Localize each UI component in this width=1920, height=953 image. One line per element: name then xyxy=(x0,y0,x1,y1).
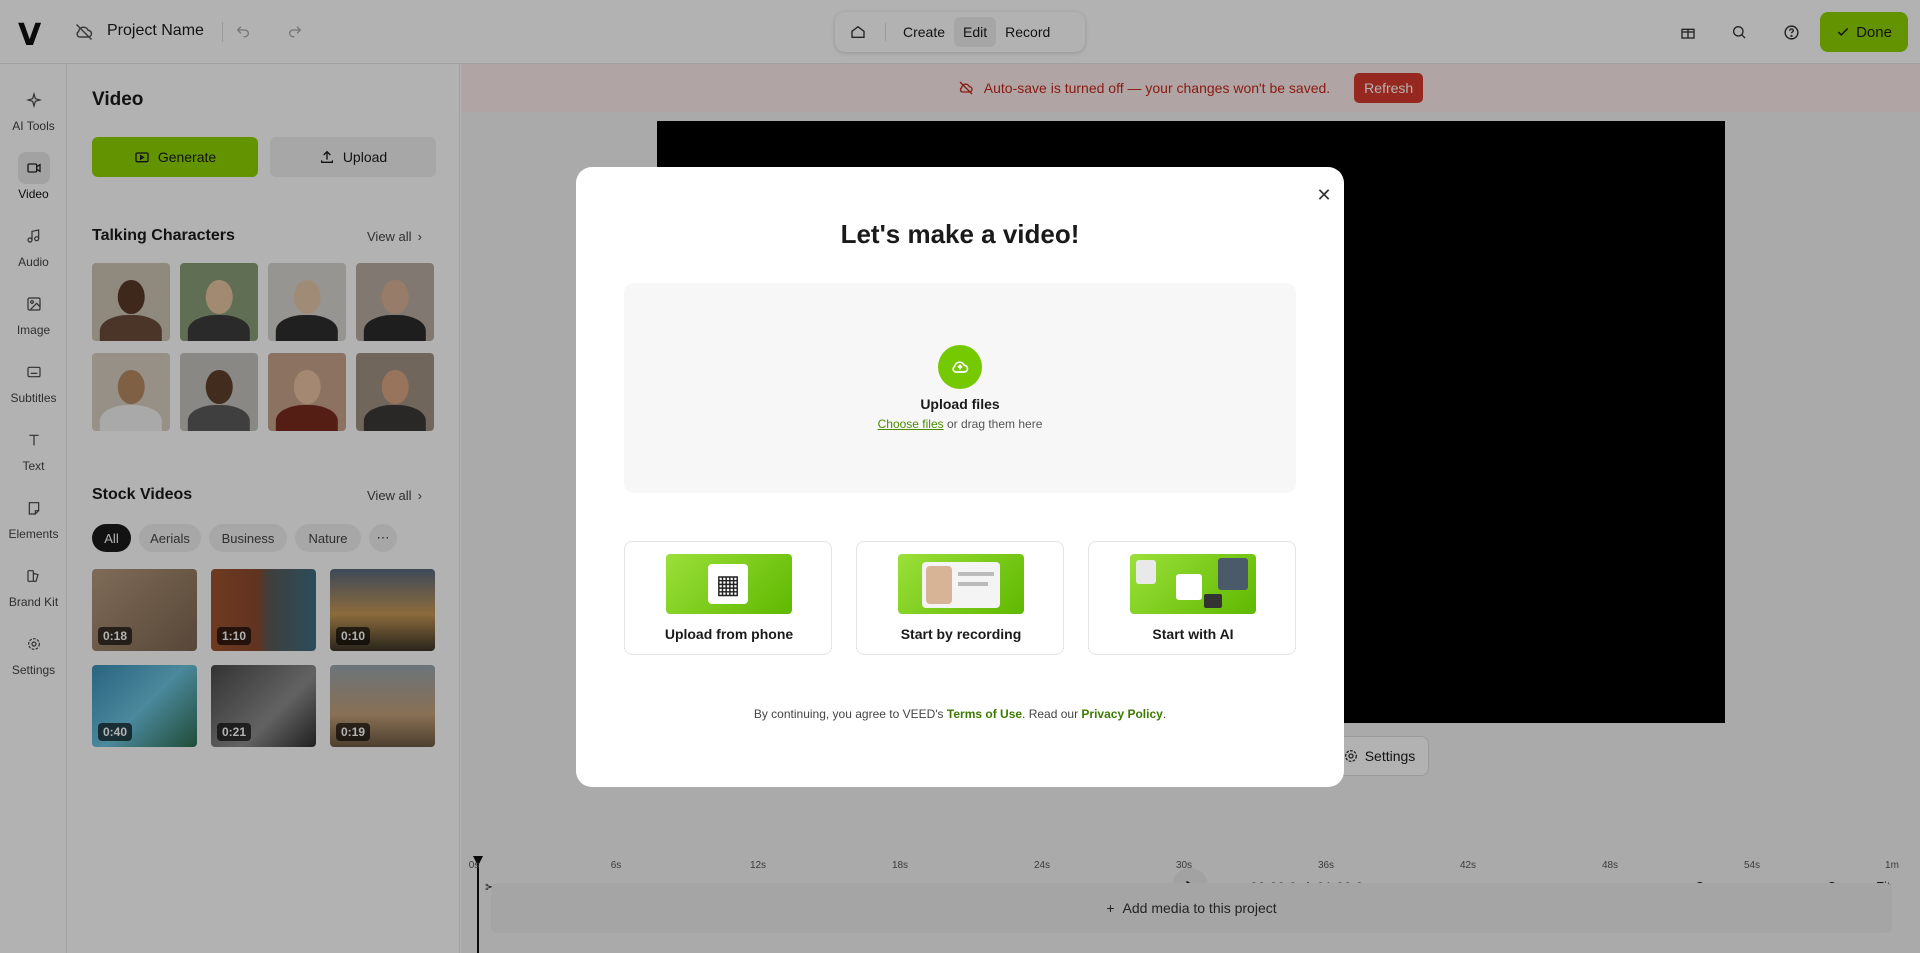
legal-suffix: . xyxy=(1162,707,1167,721)
modal-title: Let's make a video! xyxy=(840,219,1080,249)
legal-middle: . Read our xyxy=(1022,707,1082,721)
file-dropzone[interactable]: Upload files Choose files or drag them h… xyxy=(624,283,1296,493)
card-label: Start with AI xyxy=(1152,626,1234,642)
card-label: Upload from phone xyxy=(664,626,794,642)
start-by-recording-card[interactable]: Start by recording xyxy=(856,541,1064,655)
upload-from-phone-card[interactable]: ▦ Upload from phone xyxy=(624,541,832,655)
terms-of-use-link[interactable]: Terms of Use xyxy=(947,707,1022,721)
close-icon[interactable]: ✕ xyxy=(1312,183,1336,207)
drag-text: or drag them here xyxy=(943,417,1043,431)
card-label: Start by recording xyxy=(900,626,1022,642)
upload-files-title: Upload files xyxy=(920,396,1000,412)
cloud-upload-icon xyxy=(938,345,982,389)
legal-notice: By continuing, you agree to VEED's Terms… xyxy=(576,707,1344,721)
recording-illustration xyxy=(898,554,1024,614)
choose-files-link[interactable]: Choose files xyxy=(878,417,944,431)
start-with-ai-card[interactable]: Start with AI xyxy=(1088,541,1296,655)
legal-prefix: By continuing, you agree to VEED's xyxy=(753,707,947,721)
upload-files-subtitle: Choose files or drag them here xyxy=(624,417,1296,431)
ai-collage-illustration xyxy=(1130,554,1256,614)
qr-code-illustration: ▦ xyxy=(666,554,792,614)
privacy-policy-link[interactable]: Privacy Policy xyxy=(1081,707,1162,721)
start-project-modal: ✕ Let's make a video! Upload files Choos… xyxy=(576,167,1344,787)
